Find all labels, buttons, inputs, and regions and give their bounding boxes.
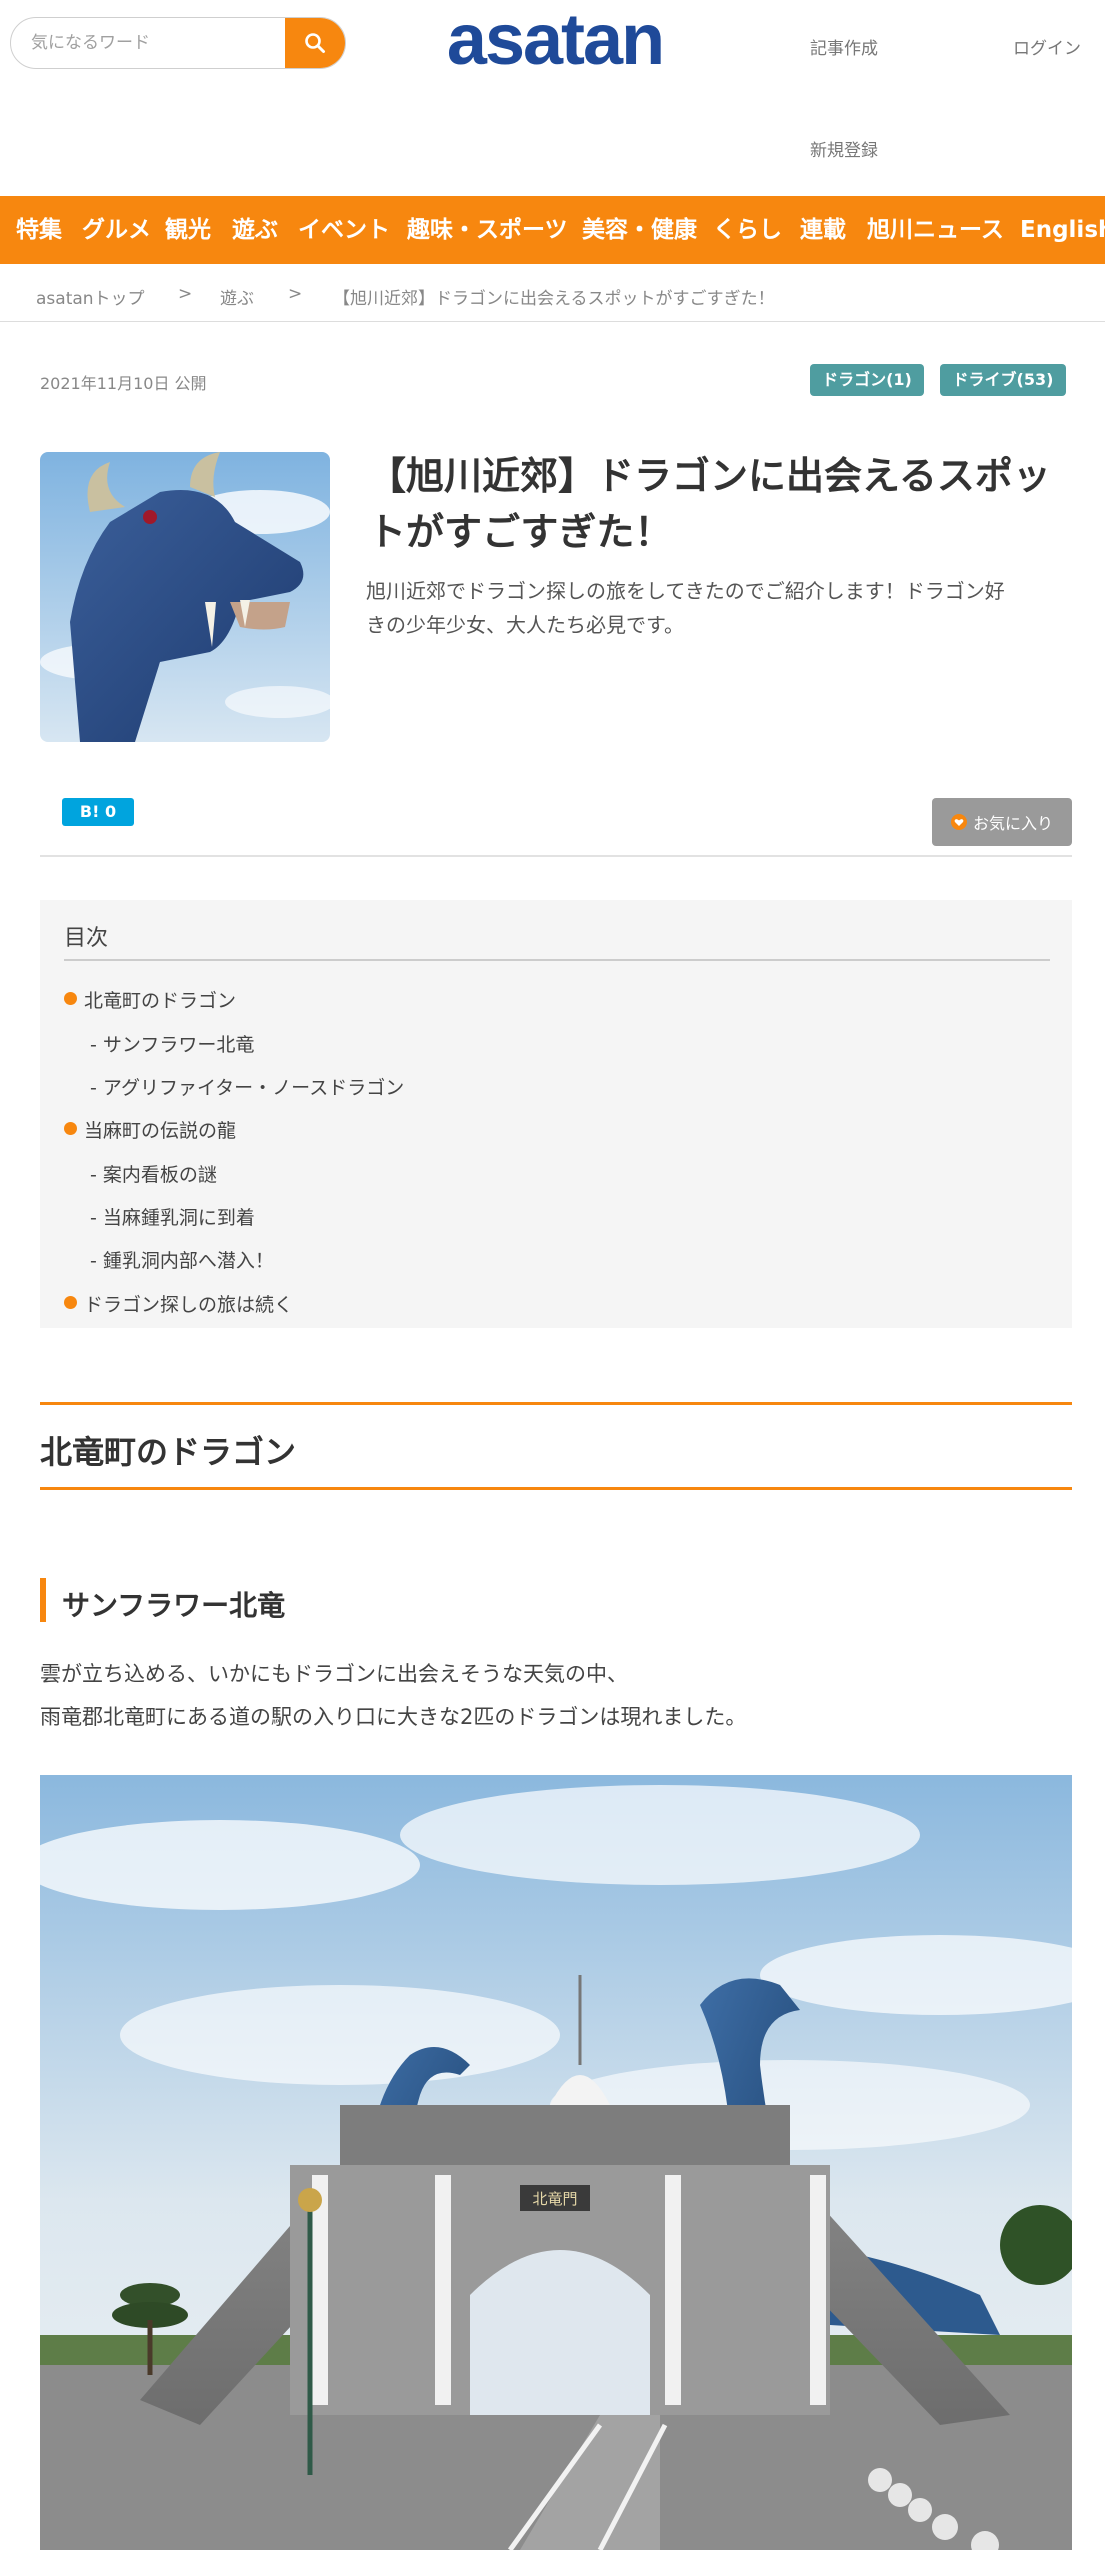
site-header: asatan 記事作成 ログイン 新規登録 — [0, 0, 1105, 196]
search-button[interactable] — [285, 18, 345, 68]
nav-item-beauty-health[interactable]: 美容・健康 — [582, 196, 697, 264]
toc-title: 目次 — [64, 926, 109, 951]
hatena-icon: B! — [79, 802, 100, 821]
nav-item-hobby-sports[interactable]: 趣味・スポーツ — [407, 196, 568, 264]
section-heading-text: 北竜町のドラゴン — [40, 1433, 297, 1471]
publish-date: 2021年11月10日 公開 — [40, 374, 207, 393]
breadcrumb-home[interactable]: asatanトップ — [36, 284, 145, 309]
nav-item-news[interactable]: 旭川ニュース — [867, 196, 1004, 264]
toc-divider — [64, 959, 1050, 961]
toc-item[interactable]: 北竜町のドラゴン — [84, 986, 236, 1013]
heart-icon — [950, 814, 967, 830]
nav-item-series[interactable]: 連載 — [800, 196, 846, 264]
breadcrumb-category[interactable]: 遊ぶ — [220, 284, 254, 309]
divider — [40, 855, 1072, 857]
tag-dragon[interactable]: ドラゴン(1) — [810, 364, 924, 396]
section-heading: 北竜町のドラゴン — [40, 1402, 1072, 1490]
article-photo: 北竜門 — [40, 1775, 1072, 2550]
tag-drive[interactable]: ドライブ(53) — [940, 364, 1066, 396]
search-input[interactable] — [11, 18, 285, 68]
toc-item[interactable]: - 鍾乳洞内部へ潜入！ — [90, 1246, 274, 1273]
hatena-bookmark-button[interactable]: B! 0 — [62, 798, 134, 826]
article-lead: 旭川近郊でドラゴン探しの旅をしてきたのでご紹介します！ドラゴン好 きの少年少女、… — [366, 579, 1005, 637]
favorite-button[interactable]: お気に入り — [932, 798, 1072, 846]
toc-item[interactable]: - 案内看板の謎 — [90, 1160, 217, 1187]
bullet-icon — [64, 1122, 77, 1135]
paragraph-line: 雲が立ち込める、いかにもドラゴンに出会えそうな天気の中、 — [40, 1662, 628, 1686]
subheading: サンフラワー北竜 — [62, 1589, 286, 1622]
nav-item-english[interactable]: English — [1020, 196, 1105, 264]
breadcrumb-separator: > — [178, 284, 193, 304]
subheading-bar — [40, 1578, 46, 1622]
nav-item-sightseeing[interactable]: 観光 — [165, 196, 211, 264]
toc-item[interactable]: - サンフラワー北竜 — [90, 1030, 254, 1057]
toc-item[interactable]: 当麻町の伝説の龍 — [84, 1116, 236, 1143]
breadcrumb-current: 【旭川近郊】ドラゴンに出会えるスポットがすごすぎた！ — [333, 289, 775, 309]
site-logo[interactable]: asatan — [415, 6, 695, 78]
register-link[interactable]: 新規登録 — [810, 136, 878, 161]
bullet-icon — [64, 992, 77, 1005]
favorite-label: お気に入り — [972, 814, 1053, 833]
create-article-link[interactable]: 記事作成 — [810, 34, 878, 59]
paragraph-line: 雨竜郡北竜町にある道の駅の入り口に大きな2匹のドラゴンは現れました。 — [40, 1705, 747, 1729]
nav-item-play[interactable]: 遊ぶ — [232, 196, 278, 264]
toc-item[interactable]: - アグリファイター・ノースドラゴン — [90, 1073, 404, 1100]
bullet-icon — [64, 1296, 77, 1309]
toc-item[interactable]: - 当麻鍾乳洞に到着 — [90, 1203, 255, 1230]
login-link[interactable]: ログイン — [1013, 34, 1081, 59]
nav-item-living[interactable]: くらし — [713, 196, 782, 264]
svg-text:asatan: asatan — [447, 6, 663, 78]
toc-item[interactable]: ドラゴン探しの旅は続く — [84, 1290, 293, 1317]
hatena-count: 0 — [104, 802, 117, 821]
global-nav: 特集 グルメ 観光 遊ぶ イベント 趣味・スポーツ 美容・健康 くらし 連載 旭… — [0, 196, 1105, 264]
table-of-contents: 目次 北竜町のドラゴン - サンフラワー北竜 - アグリファイター・ノースドラゴ… — [40, 900, 1072, 1328]
nav-item-gourmet[interactable]: グルメ — [82, 196, 151, 264]
search-icon — [305, 33, 325, 53]
article-thumbnail — [40, 452, 330, 742]
gate-sign: 北竜門 — [532, 2190, 577, 2208]
search-form — [10, 17, 346, 69]
breadcrumb-separator: > — [288, 284, 303, 304]
nav-item-feature[interactable]: 特集 — [16, 196, 62, 264]
breadcrumb: asatanトップ > 遊ぶ > 【旭川近郊】ドラゴンに出会えるスポットがすごす… — [0, 264, 1105, 322]
nav-item-event[interactable]: イベント — [298, 196, 390, 264]
article-title: 【旭川近郊】ドラゴンに出会えるスポッ トがすごすぎた！ — [368, 454, 1051, 554]
